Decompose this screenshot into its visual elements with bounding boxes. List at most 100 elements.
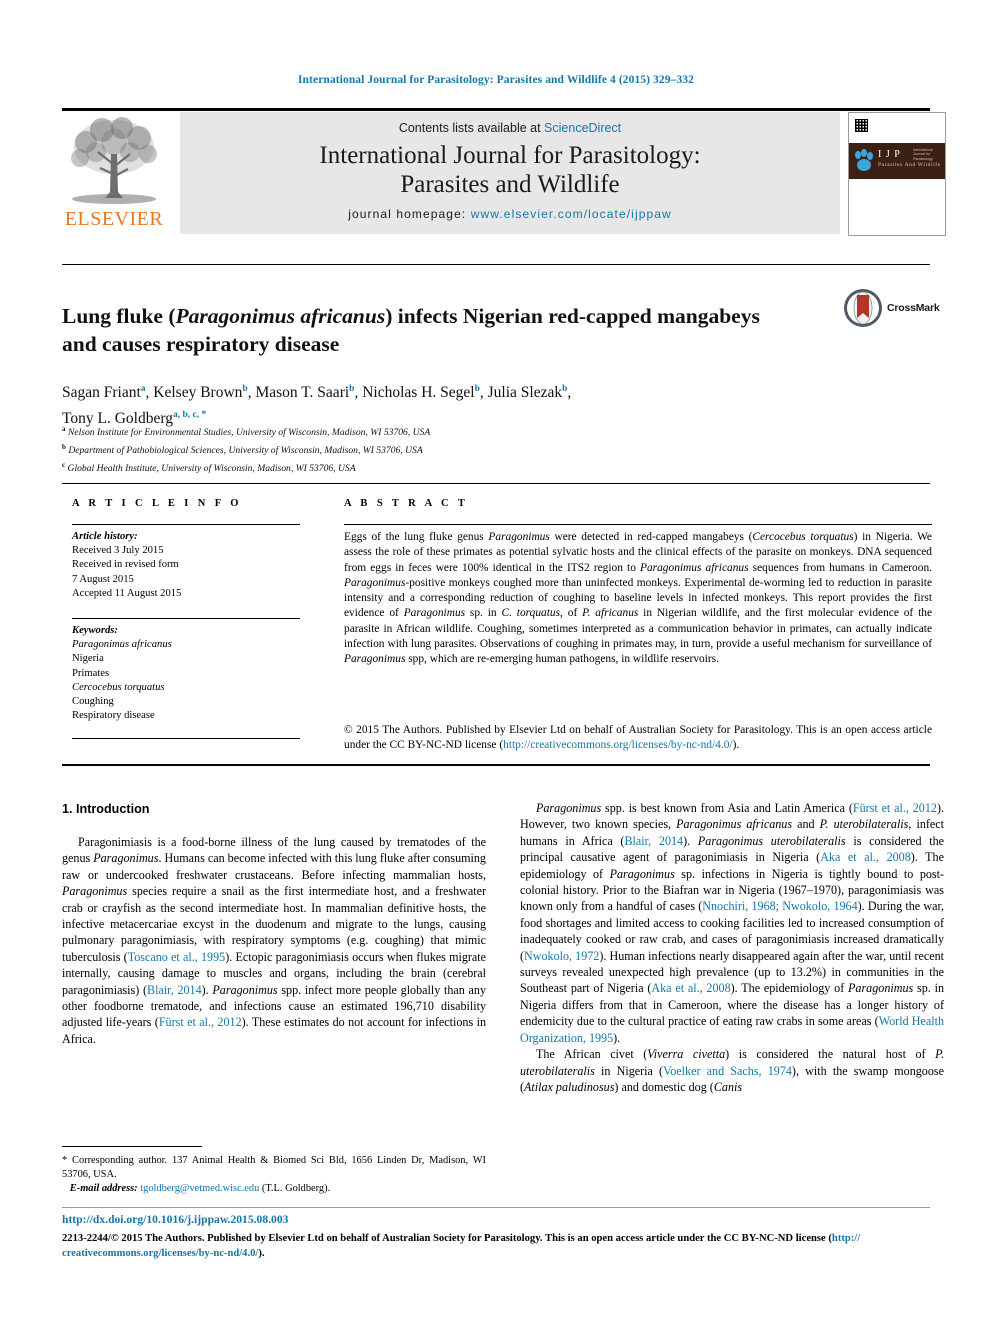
issn-copyright-text: 2213-2244/© 2015 The Authors. Published …: [62, 1233, 832, 1244]
author-affil-marks: a: [140, 384, 146, 394]
citation-link[interactable]: Blair, 2014: [624, 834, 683, 848]
journal-title-line-2: Parasites and Wildlife: [400, 171, 620, 198]
copyright-suffix: ).: [732, 739, 740, 752]
italic-term: Paragonimus: [488, 531, 550, 543]
text-run: sequences from humans in Cameroon.: [748, 561, 932, 574]
italic-term: Paragonimus: [403, 607, 466, 620]
italic-term: Paragonimus: [609, 866, 675, 881]
info-rule-2: [72, 618, 300, 619]
corresponding-author-footnote: * Corresponding author. 137 Animal Healt…: [62, 1154, 486, 1196]
italic-term: Paragonimus: [848, 981, 914, 996]
elsevier-tree-icon: [71, 117, 157, 204]
author-item: Julia Slezakb: [488, 384, 568, 401]
journal-homepage-link[interactable]: www.elsevier.com/locate/ijppaw: [471, 207, 672, 221]
page-title: Lung fluke (Paragonimus africanus) infec…: [62, 302, 762, 358]
author-item: Nicholas H. Segelb: [362, 384, 480, 401]
abstract-heading: A B S T R A C T: [344, 498, 469, 509]
abstract-text: Eggs of the lung fluke genus Paragonimus…: [344, 530, 932, 668]
text-run: ). The epidemiology of: [730, 981, 849, 996]
article-info-heading: A R T I C L E I N F O: [72, 498, 242, 509]
italic-term: Paragonimus: [212, 982, 278, 997]
author-affil-marks: b: [474, 384, 480, 394]
affiliation-text: Department of Pathobiological Sciences, …: [68, 445, 423, 457]
text-run: , of: [560, 607, 583, 620]
cc-license-link[interactable]: http://creativecommons.org/licenses/by-n…: [503, 739, 732, 751]
info-section-top-rule: [62, 483, 930, 484]
italic-term: P. africanus: [582, 607, 639, 620]
citation-link[interactable]: Fürst et al., 2012: [853, 801, 937, 815]
author-item: Kelsey Brownb: [153, 384, 247, 401]
italic-term: Atilax paludinosus: [524, 1079, 615, 1094]
text-run: spp. is best known from Asia and Latin A…: [601, 801, 853, 815]
keyword-item: Primates: [72, 667, 110, 679]
affiliation-text: Nelson Institute for Environmental Studi…: [67, 427, 431, 439]
affiliation-item: a Nelson Institute for Environmental Stu…: [62, 422, 762, 440]
author-item: Mason T. Saarib: [255, 384, 354, 401]
citation-link[interactable]: Nwokolo, 1972: [524, 949, 599, 963]
email-label: E-mail address:: [69, 1183, 138, 1194]
text-run: and: [792, 817, 820, 832]
keywords-block: Keywords: Paragonimus africanus Nigeria …: [72, 624, 312, 723]
keyword-item: Nigeria: [72, 653, 104, 665]
masthead-top-rule: [62, 108, 930, 111]
citation-link[interactable]: Nnochiri, 1968; Nwokolo, 1964: [702, 899, 857, 913]
journal-title: International Journal for Parasitology: …: [180, 141, 840, 199]
citation-link[interactable]: Aka et al., 2008: [651, 981, 730, 995]
footer-license-link-part-1[interactable]: http://: [832, 1233, 860, 1244]
qr-code-icon: [855, 119, 868, 132]
issn-suffix: ).: [258, 1248, 265, 1259]
citation-link[interactable]: Voelker and Sachs, 1974: [663, 1064, 792, 1078]
author-name: Julia Slezak: [487, 384, 563, 402]
citation-link[interactable]: Toscano et al., 1995: [128, 950, 226, 964]
journal-cover-thumbnail: I J P Parasites And Wildlife Internation…: [848, 112, 946, 236]
text-run: ) is considered the natural host of: [725, 1047, 936, 1062]
journal-title-box: Contents lists available at ScienceDirec…: [180, 112, 840, 234]
italic-term: Cercocebus torquatus: [752, 531, 854, 543]
text-run: spp, which are re-emerging human pathoge…: [405, 653, 719, 666]
cover-ijp-text: I J P: [878, 149, 901, 160]
affiliation-mark: c: [62, 461, 66, 470]
crossmark-icon: [844, 289, 882, 327]
citation-link[interactable]: Fürst et al., 2012: [159, 1015, 242, 1029]
crossmark-label: CrossMark: [887, 302, 940, 314]
crossmark-badge[interactable]: CrossMark: [843, 288, 940, 330]
abstract-rule-1: [344, 524, 932, 525]
text-run: ).: [613, 1030, 621, 1045]
italic-term: Paragonimus: [536, 801, 602, 815]
footer-license-link-part-2[interactable]: creativecommons.org/licenses/by-nc-nd/4.…: [62, 1248, 258, 1259]
text-run: sp. in: [465, 607, 502, 620]
footer-separator-rule: [62, 1207, 930, 1208]
sciencedirect-link[interactable]: ScienceDirect: [544, 121, 621, 135]
italic-term: Paragonimus: [62, 884, 128, 899]
affiliation-item: c Global Health Institute, University of…: [62, 458, 762, 476]
paragraph: The African civet (Viverra civetta) is c…: [520, 1046, 944, 1095]
doi-link[interactable]: http://dx.doi.org/10.1016/j.ijppaw.2015.…: [62, 1213, 288, 1226]
article-history-label: Article history:: [72, 531, 138, 542]
italic-term: C. torquatus: [501, 607, 561, 620]
affiliation-text: Global Health Institute, University of W…: [67, 463, 356, 475]
author-item: Sagan Frianta: [62, 384, 146, 401]
cover-title-band: I J P Parasites And Wildlife Internation…: [849, 143, 945, 179]
author-name: Sagan Friant: [62, 384, 141, 402]
keyword-item: Paragonimus africanus: [72, 639, 172, 651]
section-heading-introduction: 1. Introduction: [62, 802, 150, 816]
homepage-label: journal homepage:: [348, 207, 471, 221]
footnote-address: Corresponding author. 137 Animal Health …: [62, 1155, 486, 1180]
email-link[interactable]: tgoldberg@vetmed.wisc.edu: [140, 1183, 259, 1194]
text-run: Eggs of the lung fluke genus: [344, 531, 489, 543]
italic-term: Paragonimus: [344, 653, 406, 666]
citation-link[interactable]: Blair, 2014: [147, 983, 202, 997]
author-affil-marks: b: [349, 384, 355, 394]
contents-prefix-text: Contents lists available at: [398, 121, 545, 135]
paragraph: Paragonimus spp. is best known from Asia…: [520, 800, 944, 1046]
text-run: The African civet (: [536, 1047, 648, 1062]
history-item: Received 3 July 2015: [72, 545, 164, 557]
article-history-block: Article history: Received 3 July 2015 Re…: [72, 530, 312, 601]
history-item: 7 August 2015: [72, 573, 134, 585]
citation-link[interactable]: Aka et al., 2008: [820, 850, 911, 864]
paragraph: Paragonimiasis is a food-borne illness o…: [62, 834, 486, 1047]
email-owner: (T.L. Goldberg).: [261, 1183, 331, 1194]
history-item: Accepted 11 August 2015: [72, 587, 182, 599]
running-head: International Journal for Parasitology: …: [297, 74, 695, 86]
title-part-1: Lung fluke (: [62, 304, 176, 329]
